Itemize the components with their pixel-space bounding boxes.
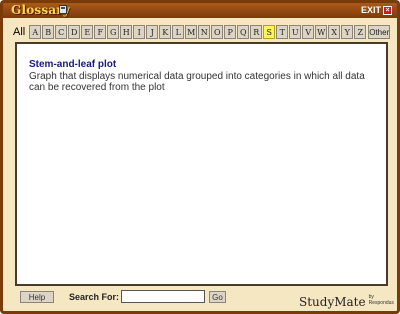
letter-button-d[interactable]: D	[68, 25, 81, 39]
letter-button-m[interactable]: M	[185, 25, 198, 39]
letter-button-h[interactable]: H	[120, 25, 133, 39]
letter-button-e[interactable]: E	[81, 25, 94, 39]
letter-button-w[interactable]: W	[315, 25, 328, 39]
letter-button-i[interactable]: I	[133, 25, 146, 39]
glossary-window: Glossary EXIT × All ABCDEFGHIJKLMNOPQRST…	[0, 0, 400, 314]
term-title: Stem-and-leaf plot	[29, 59, 117, 70]
letter-button-a[interactable]: A	[29, 25, 42, 39]
letter-button-r[interactable]: R	[250, 25, 263, 39]
letter-button-y[interactable]: Y	[341, 25, 354, 39]
search-label: Search For:	[69, 292, 120, 302]
studymate-logo: StudyMate by Respondus	[299, 289, 397, 309]
letter-button-f[interactable]: F	[94, 25, 107, 39]
letter-button-j[interactable]: J	[146, 25, 159, 39]
letter-button-g[interactable]: G	[107, 25, 120, 39]
letter-button-o[interactable]: O	[211, 25, 224, 39]
letter-button-v[interactable]: V	[302, 25, 315, 39]
search-input[interactable]	[121, 290, 205, 303]
letter-button-q[interactable]: Q	[237, 25, 250, 39]
term-definition: Graph that displays numerical data group…	[29, 71, 365, 93]
close-icon: ×	[383, 6, 392, 15]
title-bar: Glossary EXIT ×	[3, 3, 397, 18]
logo-text: StudyMate	[299, 295, 366, 309]
letter-button-p[interactable]: P	[224, 25, 237, 39]
exit-button[interactable]: EXIT ×	[361, 4, 392, 17]
letter-button-n[interactable]: N	[198, 25, 211, 39]
letter-button-k[interactable]: K	[159, 25, 172, 39]
definition-panel: Stem-and-leaf plot Graph that displays n…	[15, 42, 388, 286]
letter-buttons: ABCDEFGHIJKLMNOPQRSTUVWXYZ	[29, 25, 367, 39]
letter-button-x[interactable]: X	[328, 25, 341, 39]
calculator-icon	[59, 5, 67, 14]
exit-label: EXIT	[360, 5, 381, 15]
other-letters-button[interactable]: Other	[368, 25, 391, 39]
letter-button-z[interactable]: Z	[354, 25, 367, 39]
go-button[interactable]: Go	[209, 291, 226, 303]
all-letters-button[interactable]: All	[13, 26, 25, 38]
letter-button-l[interactable]: L	[172, 25, 185, 39]
letter-button-b[interactable]: B	[42, 25, 55, 39]
letter-button-s[interactable]: S	[263, 25, 276, 39]
letter-button-u[interactable]: U	[289, 25, 302, 39]
help-button[interactable]: Help	[20, 291, 54, 303]
bottom-bar: Help Search For: Go StudyMate by Respond…	[3, 289, 397, 311]
letter-button-c[interactable]: C	[55, 25, 68, 39]
logo-byline: by Respondus	[368, 294, 394, 306]
letter-button-t[interactable]: T	[276, 25, 289, 39]
letter-filter-bar: All ABCDEFGHIJKLMNOPQRSTUVWXYZ Other	[13, 24, 391, 40]
